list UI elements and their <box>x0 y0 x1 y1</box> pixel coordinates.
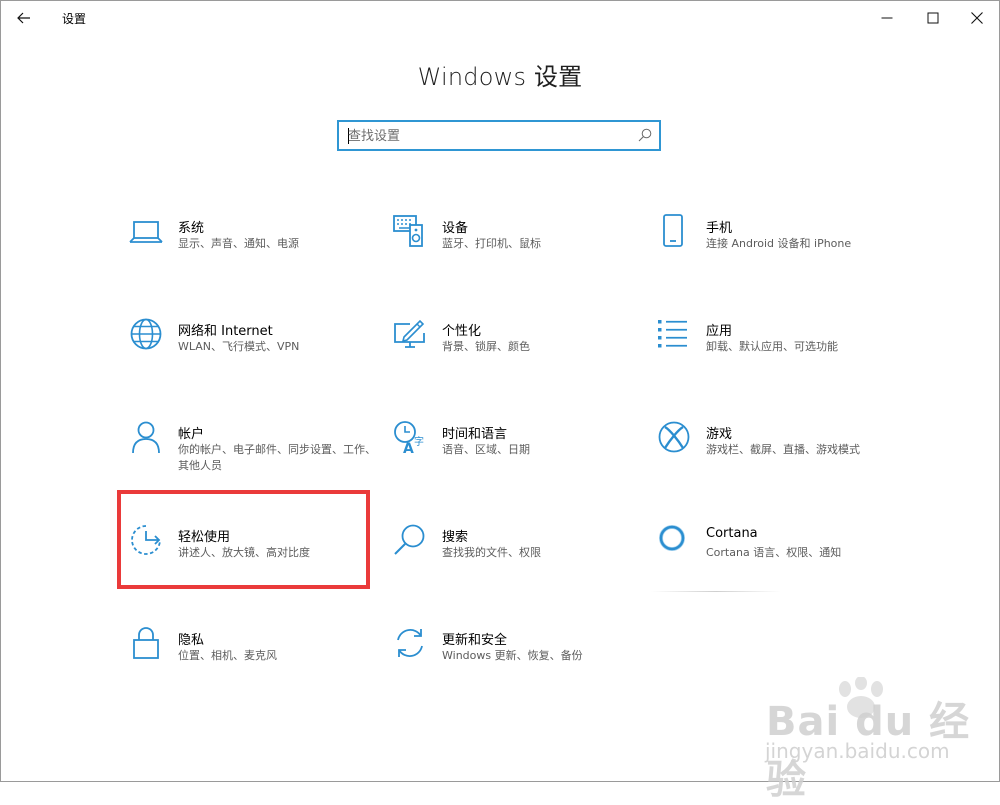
tile-description: 背景、锁屏、颜色 <box>442 340 530 353</box>
tile-privacy[interactable]: 隐私 位置、相机、麦克风 <box>129 626 389 686</box>
svg-text:字: 字 <box>414 435 424 448</box>
tile-description: 卸载、默认应用、可选功能 <box>706 340 838 353</box>
tile-title: 更新和安全 <box>442 633 508 648</box>
tile-title: Cortana <box>706 526 758 541</box>
tile-description: 查找我的文件、权限 <box>442 546 541 559</box>
search-box[interactable] <box>337 120 661 151</box>
minimize-button[interactable] <box>867 5 907 31</box>
tile-description: 蓝牙、打印机、鼠标 <box>442 237 541 250</box>
tile-title: 应用 <box>706 324 733 339</box>
tile-title: 手机 <box>706 221 733 236</box>
tile-title: 时间和语言 <box>442 427 508 442</box>
tile-description: 显示、声音、通知、电源 <box>178 237 299 250</box>
tile-title: 设备 <box>442 221 469 236</box>
watermark-url: jingyan.baidu.com <box>765 739 950 763</box>
page-title: Windows 设置 <box>417 63 583 91</box>
laptop-icon <box>129 221 163 243</box>
settings-window: 设置 Windows 设置 查找设置 系统 显示、声音、通知、电源 设备 蓝牙、… <box>0 0 1000 803</box>
tile-description: 游戏栏、截屏、直播、游戏模式 <box>706 443 860 456</box>
phone-icon <box>663 214 683 247</box>
maximize-button[interactable] <box>913 5 953 31</box>
tile-description: 语音、区域、日期 <box>442 443 530 456</box>
tile-description: 连接 Android 设备和 iPhone <box>706 237 852 250</box>
back-arrow-icon <box>17 12 30 24</box>
tile-title: 系统 <box>178 221 205 236</box>
clock-language-icon: A 字 <box>394 421 424 454</box>
tile-description: 讲述人、放大镜、高对比度 <box>178 546 310 559</box>
tile-personalization[interactable]: 个性化 背景、锁屏、颜色 <box>393 317 653 377</box>
paint-monitor-icon <box>394 319 425 348</box>
search-icon[interactable] <box>638 128 652 142</box>
tile-accounts[interactable]: 帐户 你的帐户、电子邮件、同步设置、工作、其他人员 <box>129 420 389 480</box>
cortana-ring-icon <box>659 525 685 551</box>
minimize-icon <box>881 17 893 19</box>
tile-description: 位置、相机、麦克风 <box>178 649 277 662</box>
app-list-icon <box>658 320 687 348</box>
tile-system[interactable]: 系统 显示、声音、通知、电源 <box>129 214 389 274</box>
maximize-icon <box>927 12 939 24</box>
close-button[interactable] <box>957 5 997 31</box>
back-button[interactable] <box>9 5 39 31</box>
tile-title: 个性化 <box>442 324 482 339</box>
tile-title: 帐户 <box>178 427 205 442</box>
tile-search[interactable]: 搜索 查找我的文件、权限 <box>393 523 653 583</box>
tile-title: 网络和 Internet <box>178 324 273 339</box>
sync-arrows-icon <box>397 629 423 657</box>
close-icon <box>971 12 983 24</box>
tile-devices[interactable]: 设备 蓝牙、打印机、鼠标 <box>393 214 653 274</box>
keyboard-speaker-icon <box>393 215 423 247</box>
tile-time-language[interactable]: A 字 时间和语言 语音、区域、日期 <box>393 420 653 480</box>
tile-update-security[interactable]: 更新和安全 Windows 更新、恢复、备份 <box>393 626 653 686</box>
tile-gaming[interactable]: 游戏 游戏栏、截屏、直播、游戏模式 <box>657 420 917 480</box>
tile-title: 搜索 <box>442 530 469 545</box>
svg-text:A: A <box>403 441 414 454</box>
tile-ease-of-access[interactable]: 轻松使用 讲述人、放大镜、高对比度 <box>129 523 389 583</box>
tile-description: Windows 更新、恢复、备份 <box>442 649 583 662</box>
xbox-icon <box>658 421 690 453</box>
tile-cortana[interactable]: Cortana Cortana 语言、权限、通知 <box>657 523 917 583</box>
search-input[interactable] <box>348 127 628 145</box>
globe-icon <box>130 318 162 350</box>
tile-description: Cortana 语言、权限、通知 <box>706 546 842 559</box>
magnifier-icon <box>394 524 425 555</box>
title-bar: 设置 <box>1 1 999 34</box>
tile-title: 隐私 <box>178 633 205 648</box>
tile-apps[interactable]: 应用 卸载、默认应用、可选功能 <box>657 317 917 377</box>
ease-of-access-icon <box>131 525 161 555</box>
tile-phone[interactable]: 手机 连接 Android 设备和 iPhone <box>657 214 917 274</box>
tile-description: 你的帐户、电子邮件、同步设置、工作、其他人员 <box>178 443 376 472</box>
person-icon <box>132 421 160 454</box>
tile-network[interactable]: 网络和 Internet WLAN、飞行模式、VPN <box>129 317 389 377</box>
tile-title: 轻松使用 <box>178 530 231 545</box>
window-title: 设置 <box>62 12 87 26</box>
lock-icon <box>133 627 159 659</box>
tile-title: 游戏 <box>706 427 733 442</box>
divider-line <box>651 591 781 592</box>
tile-description: WLAN、飞行模式、VPN <box>178 340 300 353</box>
